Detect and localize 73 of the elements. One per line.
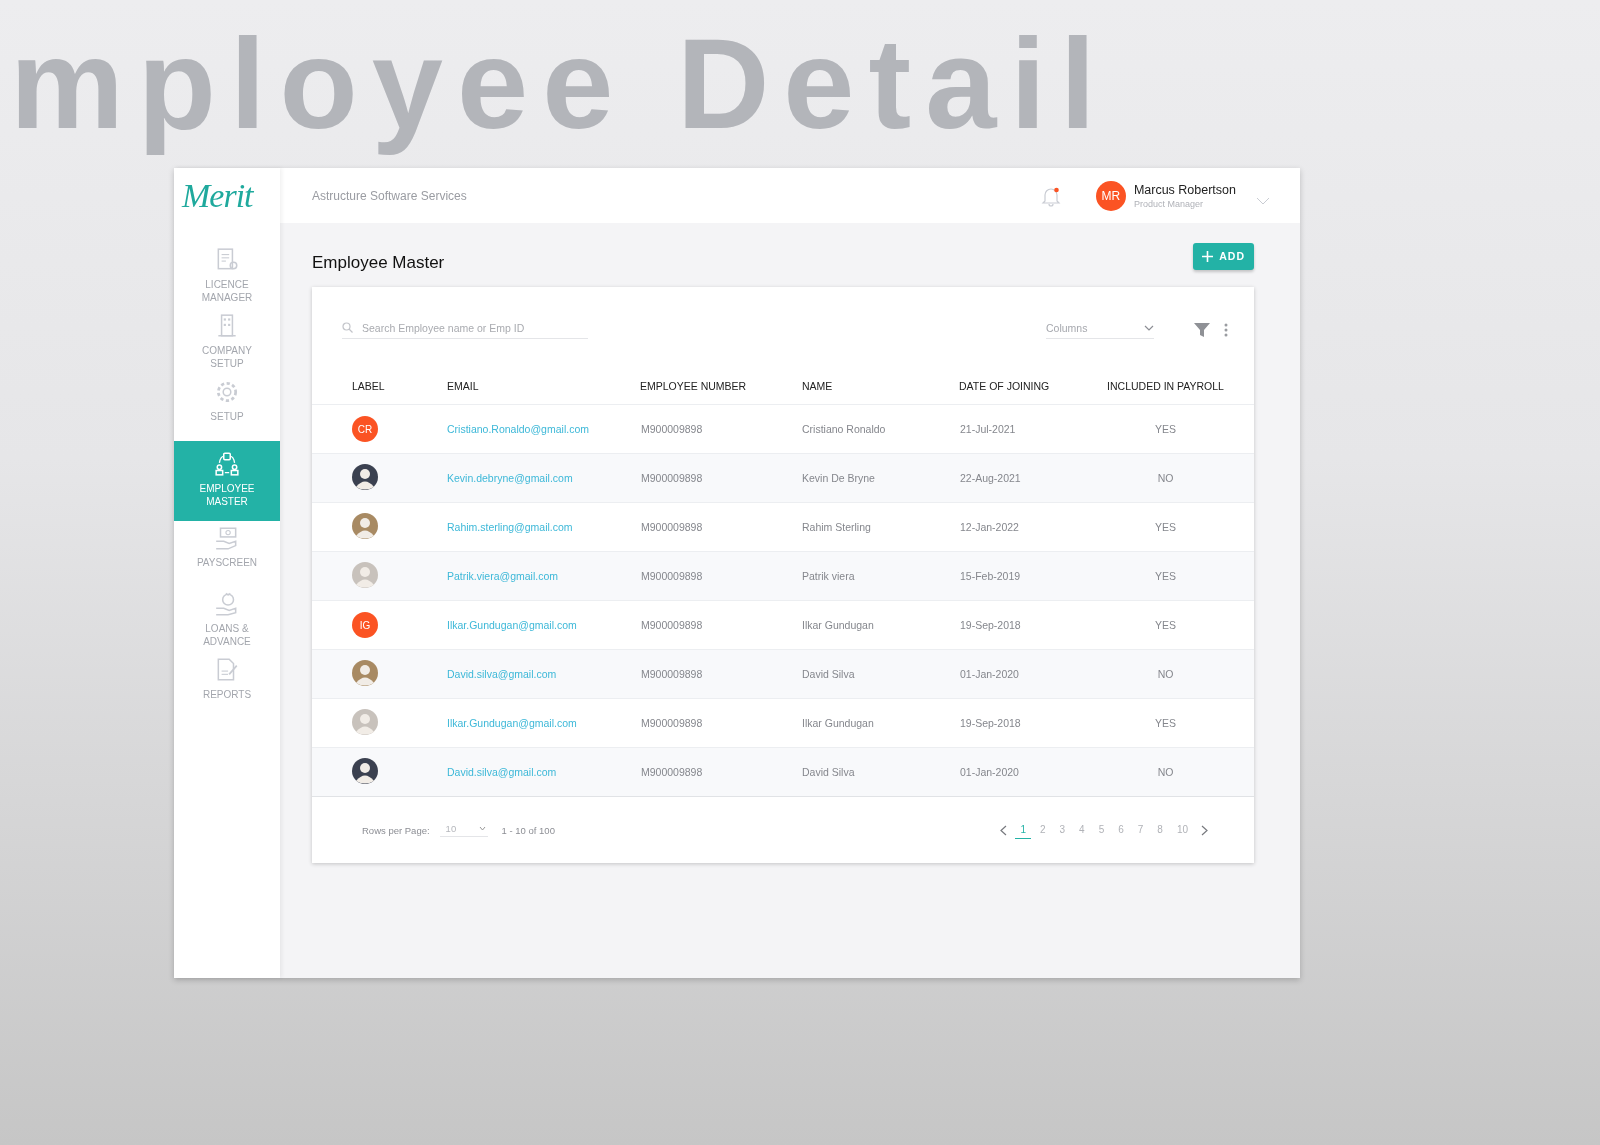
chevron-down-icon: [478, 826, 486, 831]
filter-icon[interactable]: [1194, 322, 1210, 338]
table-cell: NO: [1097, 747, 1254, 796]
search-icon: [342, 322, 353, 333]
avatar-icon: [352, 709, 378, 735]
table-cell: M900009898: [640, 747, 802, 796]
table-cell: David Silva: [802, 649, 959, 699]
page-button[interactable]: 1: [1015, 821, 1031, 839]
rows-per-page-select[interactable]: 10: [439, 823, 488, 837]
email-link[interactable]: Patrik.viera@gmail.com: [447, 551, 640, 601]
columns-dropdown[interactable]: Columns: [1046, 321, 1154, 339]
avatar-initials: CR: [352, 416, 378, 442]
table-cell: Patrik viera: [802, 551, 959, 601]
sidebar-item[interactable]: COMPANY SETUP: [174, 309, 280, 375]
chevron-down-icon[interactable]: [1256, 196, 1270, 205]
table-cell: 01-Jan-2020: [959, 747, 1097, 796]
page-button[interactable]: 2: [1034, 821, 1051, 839]
column-header: EMPLOYEE NUMBER: [640, 368, 802, 405]
chevron-down-icon: [1144, 324, 1154, 331]
page-button[interactable]: 6: [1113, 821, 1129, 839]
sidebar-item[interactable]: SETUP: [174, 375, 280, 441]
page-range: 1 - 10 of 100: [501, 824, 555, 836]
people-icon: [214, 451, 240, 477]
table-cell: M900009898: [640, 551, 802, 601]
company-name: Astructure Software Services: [312, 188, 468, 203]
user-avatar[interactable]: MR: [1095, 180, 1126, 211]
backdrop-title: mployee Detail: [10, 14, 1110, 155]
table-cell: NO: [1097, 649, 1254, 699]
sidebar-item[interactable]: REPORTS: [174, 653, 280, 719]
table-cell: Kevin De Bryne: [802, 453, 959, 503]
avatar-icon: [352, 513, 378, 539]
column-header: INCLUDED IN PAYROLL: [1097, 368, 1254, 405]
rows-per-page-label: Rows per Page:: [362, 824, 430, 836]
email-link[interactable]: David.silva@gmail.com: [447, 649, 640, 699]
table-cell: 01-Jan-2020: [959, 649, 1097, 699]
avatar-icon: [352, 464, 378, 490]
page-button[interactable]: 10: [1171, 821, 1193, 839]
plus-icon: [1202, 250, 1214, 262]
avatar-icon: [352, 660, 378, 686]
avatar-initials: IG: [352, 612, 378, 638]
page-button[interactable]: 7: [1132, 821, 1149, 839]
column-header: EMAIL: [447, 368, 640, 405]
sidebar-item[interactable]: PAYSCREEN: [174, 521, 280, 587]
table-cell: M900009898: [640, 453, 802, 503]
avatar-icon: [352, 562, 378, 588]
avatar-icon: [352, 758, 378, 784]
sidebar-item[interactable]: LOANS & ADVANCE: [174, 587, 280, 653]
page-button[interactable]: 4: [1074, 821, 1090, 839]
logo: Merit: [180, 175, 255, 216]
table-cell: 15-Feb-2019: [959, 551, 1097, 601]
sidebar-item[interactable]: EMPLOYEE MASTER: [174, 441, 280, 521]
column-header: DATE OF JOINING: [959, 368, 1097, 405]
column-header: NAME: [802, 368, 959, 405]
page-button[interactable]: 8: [1152, 821, 1168, 839]
gear-icon: [214, 379, 240, 405]
table-cell: YES: [1097, 551, 1254, 601]
sidebar-item[interactable]: LICENCE MANAGER: [174, 243, 280, 309]
table-cell: M900009898: [640, 649, 802, 699]
chevron-left-icon[interactable]: [1000, 824, 1008, 836]
add-button[interactable]: ADD: [1193, 242, 1254, 270]
table-cell: 22-Aug-2021: [959, 453, 1097, 503]
column-header: LABEL: [312, 368, 447, 405]
user-name: Marcus Robertson: [1133, 182, 1236, 197]
more-icon[interactable]: [1224, 323, 1228, 337]
table-cell: NO: [1097, 453, 1254, 503]
page-title: Employee Master: [312, 252, 445, 273]
email-link[interactable]: Kevin.debryne@gmail.com: [447, 453, 640, 503]
table-cell: David Silva: [802, 747, 959, 796]
chevron-right-icon[interactable]: [1201, 824, 1208, 836]
page-button[interactable]: 3: [1054, 821, 1071, 839]
user-role: Product Manager: [1133, 198, 1204, 209]
email-link[interactable]: David.silva@gmail.com: [447, 747, 640, 796]
page-button[interactable]: 5: [1093, 821, 1110, 839]
